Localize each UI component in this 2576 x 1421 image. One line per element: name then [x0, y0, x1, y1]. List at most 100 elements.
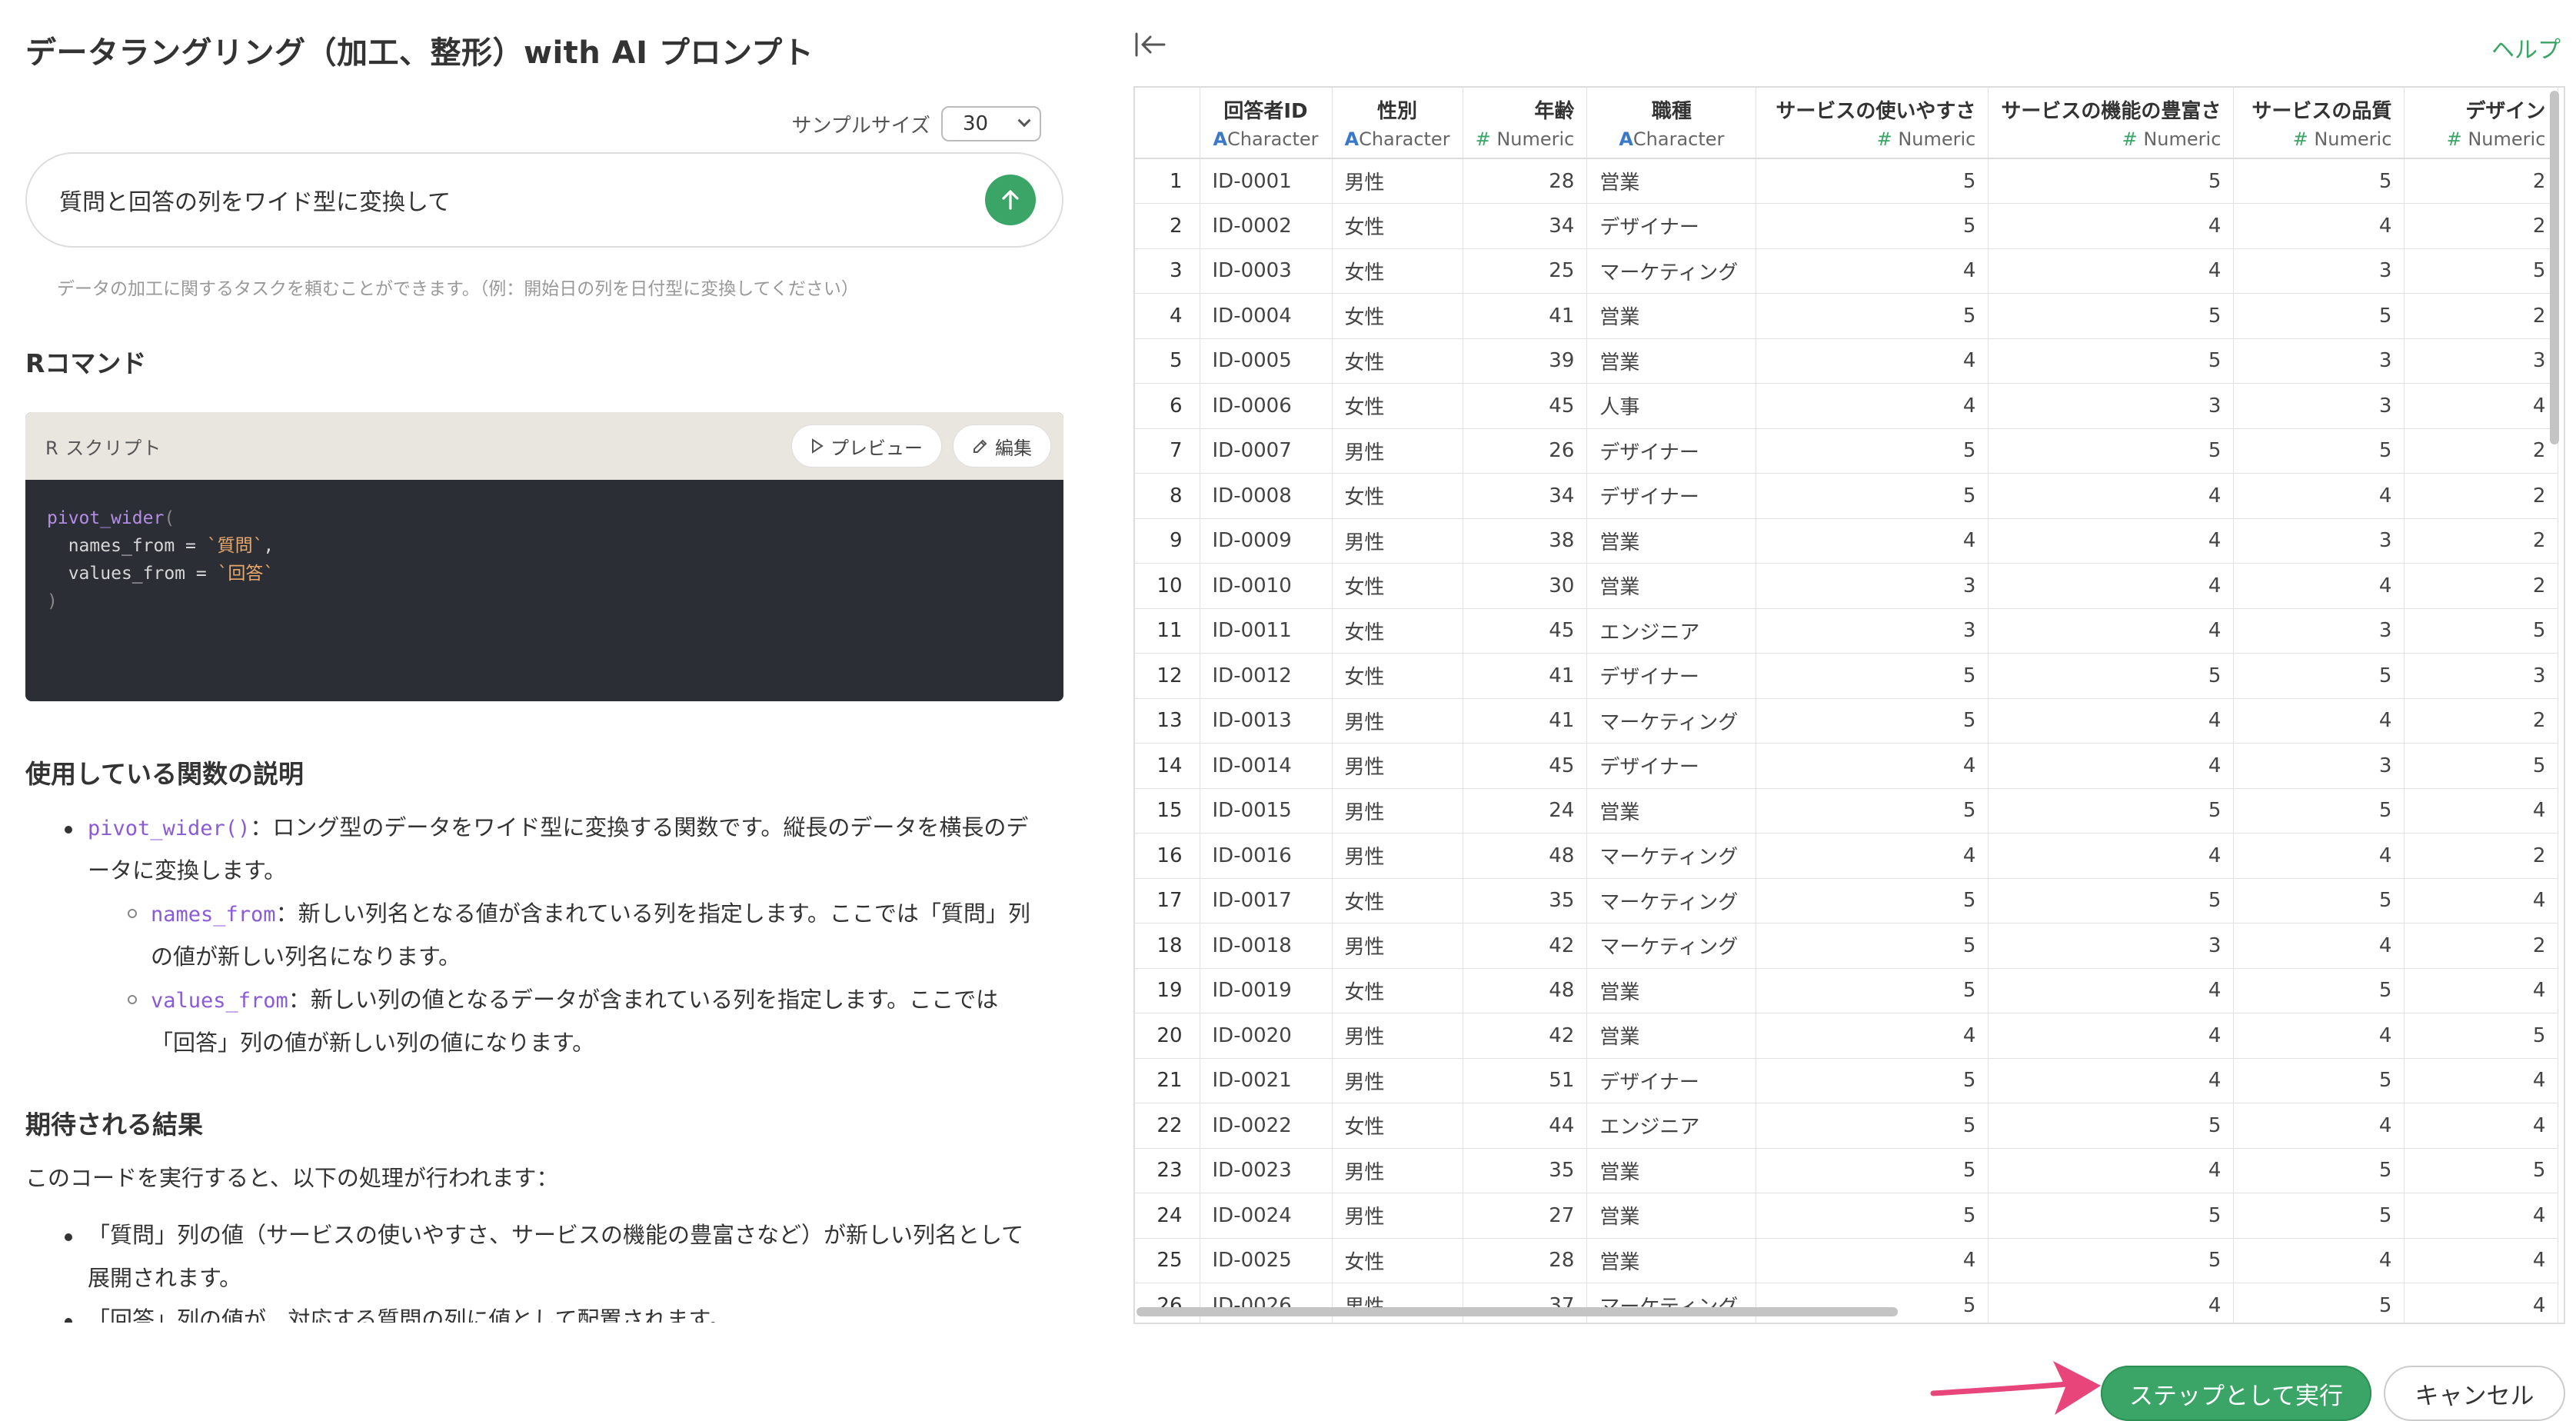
column-header[interactable]: 回答者ID ACharacter: [1200, 88, 1333, 159]
page-title: データラングリング（加工、整形）with AI プロンプト: [25, 35, 814, 71]
column-type: ACharacter: [1345, 128, 1450, 150]
rcommand-heading: Rコマンド: [25, 348, 147, 378]
sample-size-select[interactable]: 30: [941, 106, 1041, 141]
table-cell: 3: [1756, 608, 1989, 654]
edit-button[interactable]: 編集: [953, 424, 1051, 468]
row-number-header: [1135, 88, 1200, 159]
column-header[interactable]: 職種 ACharacter: [1586, 88, 1757, 159]
send-button[interactable]: [985, 175, 1036, 225]
column-name: 回答者ID: [1223, 100, 1308, 123]
table-row[interactable]: 24 ID-0024 男性 27 営業 5 5 5 4: [1135, 1193, 2559, 1239]
table-cell: 30: [1463, 563, 1588, 609]
table-row[interactable]: 20 ID-0020 男性 42 営業 4 4 4 5: [1135, 1013, 2559, 1059]
table-cell: 4: [1988, 968, 2235, 1013]
table-cell: 2: [2404, 518, 2559, 564]
table-cell: 営業: [1586, 788, 1757, 834]
table-row[interactable]: 4 ID-0004 女性 41 営業 5 5 5 2: [1135, 293, 2559, 339]
table-row[interactable]: 21 ID-0021 男性 51 デザイナー 5 4 5 4: [1135, 1058, 2559, 1103]
column-header[interactable]: サービスの使いやすさ # Numeric: [1756, 88, 1989, 159]
table-cell: 営業: [1586, 1148, 1757, 1193]
table-cell: 5: [2404, 608, 2559, 654]
column-type-label: Character: [1359, 128, 1450, 150]
column-type-label: Character: [1632, 128, 1725, 150]
table-row[interactable]: 25 ID-0025 女性 28 営業 4 5 4 4: [1135, 1238, 2559, 1283]
table-cell: 4: [1756, 518, 1989, 564]
column-header[interactable]: 年齢 # Numeric: [1463, 88, 1588, 159]
table-cell: 5: [1756, 428, 1989, 474]
annotation-arrow-icon: [1930, 1361, 2101, 1415]
column-header[interactable]: デザイン # Numeric: [2404, 88, 2559, 159]
table-row[interactable]: 12 ID-0012 女性 41 デザイナー 5 5 5 3: [1135, 653, 2559, 699]
chevron-down-icon: [1017, 114, 1031, 128]
table-row[interactable]: 10 ID-0010 女性 30 営業 3 4 4 2: [1135, 563, 2559, 609]
table-cell: 4: [2233, 203, 2405, 249]
code-arg-names-from: names_from =: [68, 536, 207, 556]
table-cell: 4: [1988, 1013, 2235, 1059]
table-row[interactable]: 16 ID-0016 男性 48 マーケティング 4 4 4 2: [1135, 833, 2559, 879]
table-row[interactable]: 23 ID-0023 男性 35 営業 5 4 5 5: [1135, 1148, 2559, 1193]
table-cell: 38: [1463, 518, 1588, 564]
table-row[interactable]: 19 ID-0019 女性 48 営業 5 4 5 4: [1135, 968, 2559, 1013]
table-cell: マーケティング: [1586, 833, 1757, 879]
table-cell: 男性: [1332, 428, 1463, 474]
table-cell: ID-0007: [1200, 428, 1333, 474]
table-cell: 3: [1988, 923, 2235, 969]
column-type-label: Character: [1227, 128, 1319, 150]
table-cell: ID-0019: [1200, 968, 1333, 1013]
column-header[interactable]: サービスの機能の豊富さ # Numeric: [1988, 88, 2235, 159]
table-cell: 4: [1988, 1058, 2235, 1103]
table-row[interactable]: 9 ID-0009 男性 38 営業 4 4 3 2: [1135, 518, 2559, 564]
prompt-input[interactable]: 質問と回答の列をワイド型に変換して: [25, 152, 1063, 248]
table-row[interactable]: 1 ID-0001 男性 28 営業 5 5 5 2: [1135, 158, 2559, 204]
table-row[interactable]: 2 ID-0002 女性 34 デザイナー 5 4 4 2: [1135, 203, 2559, 249]
run-as-step-button[interactable]: ステップとして実行: [2101, 1366, 2371, 1421]
row-number: 16: [1135, 833, 1200, 879]
table-row[interactable]: 5 ID-0005 女性 39 営業 4 5 3 3: [1135, 338, 2559, 384]
code-value-values-from: `回答`: [217, 564, 275, 584]
function-name-pivot-wider: pivot_wider(): [88, 817, 251, 840]
function-desc-line2: ータに変換します。: [88, 857, 287, 884]
table-cell: 男性: [1332, 1013, 1463, 1059]
horizontal-scrollbar[interactable]: [1137, 1307, 1898, 1316]
table-cell: 2: [2404, 158, 2559, 204]
table-cell: 45: [1463, 608, 1588, 654]
table-row[interactable]: 18 ID-0018 男性 42 マーケティング 5 3 4 2: [1135, 923, 2559, 969]
table-row[interactable]: 13 ID-0013 男性 41 マーケティング 5 4 4 2: [1135, 698, 2559, 744]
table-cell: 5: [1756, 653, 1989, 699]
table-cell: 5: [2233, 1058, 2405, 1103]
preview-button[interactable]: プレビュー: [791, 424, 942, 468]
row-number: 11: [1135, 608, 1200, 654]
table-row[interactable]: 15 ID-0015 男性 24 営業 5 5 5 4: [1135, 788, 2559, 834]
table-cell: 24: [1463, 788, 1588, 834]
help-link[interactable]: ヘルプ: [2491, 31, 2561, 65]
expected-intro: このコードを実行すると、以下の処理が行われます：: [25, 1165, 559, 1191]
column-header[interactable]: 性別 ACharacter: [1332, 88, 1463, 159]
column-header[interactable]: サービスの品質 # Numeric: [2233, 88, 2405, 159]
table-row[interactable]: 7 ID-0007 男性 26 デザイナー 5 5 5 2: [1135, 428, 2559, 474]
row-number: 4: [1135, 293, 1200, 339]
table-cell: デザイナー: [1586, 203, 1757, 249]
prompt-input-text[interactable]: 質問と回答の列をワイド型に変換して: [59, 183, 985, 217]
table-cell: 4: [2233, 563, 2405, 609]
table-row[interactable]: 11 ID-0011 女性 45 エンジニア 3 4 3 5: [1135, 608, 2559, 654]
table-row[interactable]: 26ID-0026男性37マーケティング5454: [1135, 1283, 2559, 1323]
row-number: 3: [1135, 248, 1200, 294]
table-row[interactable]: 14 ID-0014 男性 45 デザイナー 4 4 3 5: [1135, 743, 2559, 789]
row-number: 17: [1135, 878, 1200, 923]
table-cell: 女性: [1332, 653, 1463, 699]
table-cell: ID-0013: [1200, 698, 1333, 744]
table-cell: 4: [2233, 833, 2405, 879]
collapse-left-icon[interactable]: [1133, 31, 1167, 58]
left-panel: データラングリング（加工、整形）with AI プロンプト サンプルサイズ 30…: [0, 0, 1092, 1323]
code-open-paren: (: [164, 508, 175, 528]
table-cell: 4: [1988, 698, 2235, 744]
vertical-scrollbar[interactable]: [2550, 91, 2559, 444]
cancel-button[interactable]: キャンセル: [2384, 1366, 2565, 1421]
table-row[interactable]: 22 ID-0022 女性 44 エンジニア 5 5 4 4: [1135, 1103, 2559, 1149]
table-row[interactable]: 6 ID-0006 女性 45 人事 4 3 3 4: [1135, 383, 2559, 429]
table-row[interactable]: 8 ID-0008 女性 34 デザイナー 5 4 4 2: [1135, 473, 2559, 519]
row-number: 10: [1135, 563, 1200, 609]
row-number: 9: [1135, 518, 1200, 564]
table-row[interactable]: 17 ID-0017 女性 35 マーケティング 5 5 5 4: [1135, 878, 2559, 923]
table-row[interactable]: 3 ID-0003 女性 25 マーケティング 4 4 3 5: [1135, 248, 2559, 294]
